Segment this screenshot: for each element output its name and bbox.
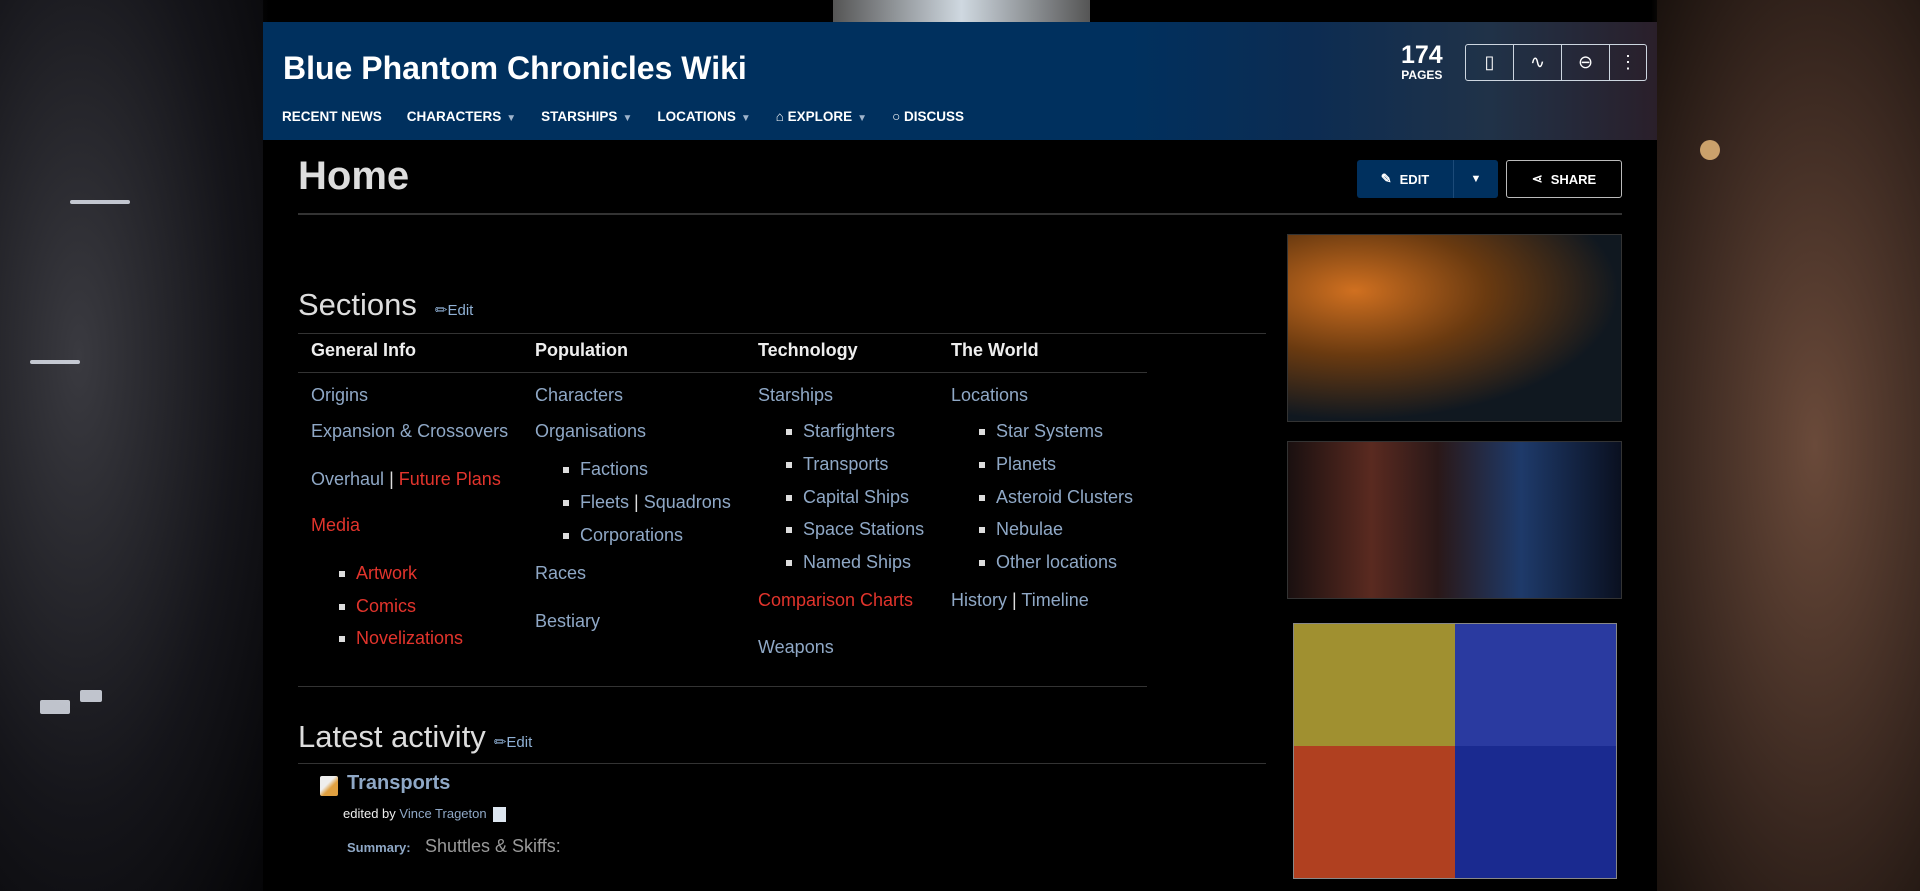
link-races[interactable]: Races (535, 563, 586, 584)
chevron-down-icon: ▼ (740, 113, 751, 124)
column-header: Technology (758, 340, 858, 360)
link-artwork[interactable]: Artwork (338, 563, 417, 584)
characters-image[interactable] (1287, 441, 1622, 599)
activity-editor: edited by Vince Trageton (343, 806, 506, 823)
site-title[interactable]: Blue Phantom Chronicles Wiki (283, 50, 747, 87)
more-icon[interactable]: ⋮ (1610, 45, 1646, 80)
link-other-locations[interactable]: Other locations (978, 552, 1117, 573)
section-edit-link[interactable]: ✏Edit (494, 734, 532, 751)
link-characters[interactable]: Characters (535, 385, 623, 406)
divider (298, 213, 1622, 215)
separator: | (634, 492, 639, 512)
page-title: Home (298, 154, 410, 198)
link-organisations[interactable]: Organisations (535, 421, 646, 442)
link-nebulae[interactable]: Nebulae (978, 519, 1063, 540)
link-fleets[interactable]: Fleets (580, 492, 629, 512)
link-capital-ships[interactable]: Capital Ships (785, 487, 909, 508)
page-container: Blue Phantom Chronicles Wiki RECENT NEWS… (263, 22, 1657, 891)
pencil-icon: ✎ (1380, 171, 1392, 186)
link-comics[interactable]: Comics (338, 596, 416, 617)
link-bestiary[interactable]: Bestiary (535, 611, 600, 632)
separator: | (389, 469, 394, 489)
new-page-icon[interactable]: ▯ (1466, 45, 1514, 80)
link-comparison-charts[interactable]: Comparison Charts (758, 590, 913, 611)
discuss-icon: ○ (892, 109, 904, 124)
pages-count: 174 (1401, 41, 1443, 69)
link-squadrons[interactable]: Squadrons (644, 492, 731, 512)
nav-explore[interactable]: ⌂ EXPLORE ▼ (776, 109, 867, 124)
activity-icon[interactable]: ∿ (1514, 45, 1562, 80)
link-origins[interactable]: Origins (311, 385, 368, 406)
link-factions[interactable]: Factions (562, 459, 648, 480)
share-icon: ⋖ (1531, 171, 1543, 186)
link-overhaul[interactable]: Overhaul (311, 469, 384, 489)
column-header: The World (951, 340, 1039, 360)
column-header: General Info (311, 340, 417, 360)
link-novelizations[interactable]: Novelizations (338, 628, 463, 649)
starship-battle-image[interactable] (1287, 234, 1622, 422)
link-named-ships[interactable]: Named Ships (785, 552, 911, 573)
link-locations[interactable]: Locations (951, 385, 1028, 406)
wiki-tools: ▯ ∿ ⊖ ⋮ (1465, 44, 1647, 81)
chevron-down-icon: ▼ (857, 113, 868, 124)
explore-icon: ⌂ (775, 109, 788, 124)
link-media[interactable]: Media (311, 515, 360, 536)
background-top (833, 0, 1090, 22)
edit-page-icon (320, 776, 338, 796)
link-transports[interactable]: Transports (785, 454, 888, 475)
edit-button[interactable]: ✎ EDIT (1357, 160, 1454, 198)
link-history[interactable]: History (951, 590, 1007, 610)
chevron-down-icon: ▼ (622, 113, 633, 124)
nav-discuss[interactable]: ○ DISCUSS (892, 109, 964, 124)
link-corporations[interactable]: Corporations (562, 525, 683, 546)
section-edit-link[interactable]: ✏Edit (435, 302, 473, 319)
nav-starships[interactable]: STARSHIPS ▼ (541, 109, 632, 124)
diff-icon[interactable] (492, 807, 506, 823)
edit-dropdown-button[interactable]: ▼ (1454, 160, 1498, 198)
link-weapons[interactable]: Weapons (758, 637, 834, 658)
separator: | (1012, 590, 1017, 610)
nav-recent-news[interactable]: RECENT NEWS (282, 109, 382, 124)
link-starfighters[interactable]: Starfighters (785, 421, 895, 442)
link-future-plans[interactable]: Future Plans (399, 469, 501, 489)
link-planets[interactable]: Planets (978, 454, 1056, 475)
link-asteroid-clusters[interactable]: Asteroid Clusters (978, 487, 1133, 508)
activity-heading: Latest activity ✏Edit (298, 719, 533, 754)
nav-locations[interactable]: LOCATIONS ▼ (657, 109, 750, 124)
share-button[interactable]: ⋖ SHARE (1506, 160, 1622, 198)
link-expansion[interactable]: Expansion & Crossovers (311, 421, 508, 442)
activity-page-link[interactable]: Transports (347, 772, 450, 795)
pages-counter: 174 PAGES (1401, 42, 1443, 82)
site-nav: RECENT NEWS CHARACTERS ▼ STARSHIPS ▼ LOCAT… (282, 109, 964, 124)
column-header: Population (535, 340, 628, 360)
nav-characters[interactable]: CHARACTERS ▼ (407, 109, 516, 124)
chevron-down-icon: ▼ (506, 113, 517, 124)
sections-heading: Sections ✏Edit (298, 287, 474, 322)
background-left (0, 0, 263, 891)
chevron-down-icon: ▼ (1470, 173, 1482, 185)
pages-label: PAGES (1401, 68, 1443, 82)
galaxy-map-image[interactable] (1293, 623, 1617, 879)
link-star-systems[interactable]: Star Systems (978, 421, 1103, 442)
theme-icon[interactable]: ⊖ (1562, 45, 1610, 80)
user-link[interactable]: Vince Trageton (399, 806, 486, 821)
summary-text: Shuttles & Skiffs: (425, 836, 561, 856)
background-right (1657, 0, 1920, 891)
link-timeline[interactable]: Timeline (1021, 590, 1088, 610)
site-header: Blue Phantom Chronicles Wiki RECENT NEWS… (263, 22, 1657, 140)
link-starships[interactable]: Starships (758, 385, 833, 406)
link-space-stations[interactable]: Space Stations (785, 519, 924, 540)
edit-button-group: ✎ EDIT ▼ (1357, 160, 1498, 198)
summary-label: Summary: (347, 840, 411, 855)
